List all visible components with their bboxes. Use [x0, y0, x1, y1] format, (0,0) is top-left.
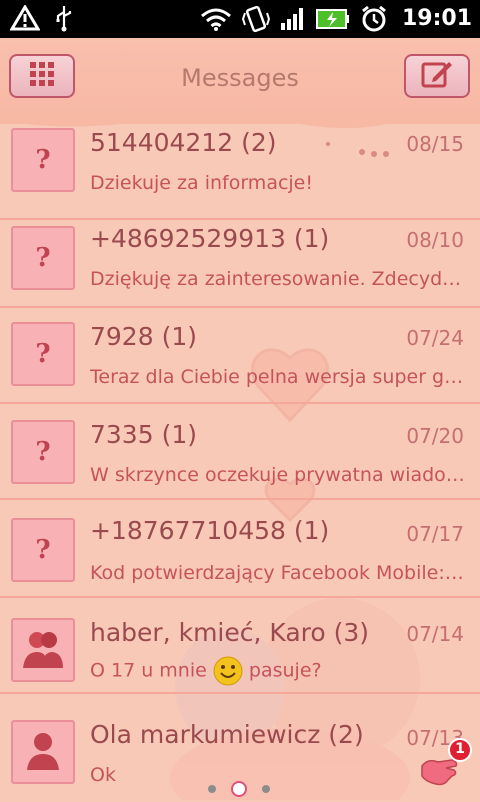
contact-avatar[interactable]	[11, 618, 75, 682]
conversation-date: 07/20	[406, 424, 464, 448]
group-contact-icon	[19, 624, 67, 676]
warning-icon	[10, 5, 40, 31]
smiley-emoji-icon	[213, 656, 243, 686]
vibrate-icon	[241, 5, 270, 33]
status-bar: 19:01	[0, 0, 480, 38]
conversation-date: 07/14	[406, 622, 464, 646]
unread-notification[interactable]: 1	[418, 736, 474, 790]
preview-text: pasuje?	[248, 659, 322, 682]
contact-avatar[interactable]: ?	[11, 128, 75, 192]
conversation-name: 514404212 (2)	[90, 128, 277, 157]
conversation-date: 07/17	[406, 522, 464, 546]
compose-icon	[421, 59, 453, 93]
conversation-name: Ola markumiewicz (2)	[90, 720, 364, 749]
unknown-contact-icon: ?	[35, 339, 51, 369]
clock-time: 19:01	[401, 6, 472, 31]
conversation-row[interactable]: haber, kmieć, Karo (3) 07/14 O 17 u mnie…	[0, 598, 480, 694]
conversation-name: +48692529913 (1)	[90, 224, 330, 253]
unknown-contact-icon: ?	[35, 145, 51, 175]
contact-avatar[interactable]: ?	[11, 420, 75, 484]
preview-text: O 17 u mnie	[90, 659, 207, 682]
page-dot[interactable]	[262, 785, 270, 793]
alarm-icon	[360, 5, 388, 33]
compose-button[interactable]	[404, 54, 470, 98]
conversation-date: 08/15	[406, 132, 464, 156]
signal-icon	[280, 7, 306, 31]
wifi-icon	[200, 6, 232, 32]
conversation-row[interactable]: ? 7335 (1) 07/20 W skrzynce oczekuje pry…	[0, 404, 480, 500]
conversation-date: 08/10	[406, 228, 464, 252]
conversation-preview: O 17 u mnie pasuje?	[90, 656, 465, 686]
conversation-row[interactable]: ? 514404212 (2) 08/15 Dziekuje za inform…	[0, 124, 480, 220]
conversation-preview: W skrzynce oczekuje prywatna wiado…	[90, 464, 465, 486]
conversation-date: 07/24	[406, 326, 464, 350]
battery-charging-icon	[315, 8, 350, 30]
contact-avatar[interactable]	[11, 720, 75, 784]
conversation-row[interactable]: ? 7928 (1) 07/24 Teraz dla Ciebie pelna …	[0, 308, 480, 404]
conversation-name: haber, kmieć, Karo (3)	[90, 618, 370, 647]
conversation-name: 7335 (1)	[90, 420, 197, 449]
page-dot[interactable]	[208, 785, 216, 793]
contact-avatar[interactable]: ?	[11, 226, 75, 290]
unknown-contact-icon: ?	[35, 243, 51, 273]
unknown-contact-icon: ?	[35, 535, 51, 565]
conversation-name: 7928 (1)	[90, 322, 197, 351]
page-dot-active[interactable]	[231, 781, 247, 797]
conversation-row[interactable]: ? +48692529913 (1) 08/10 Dziękuję za zai…	[0, 212, 480, 308]
conversation-preview: Kod potwierdzający Facebook Mobile: …	[90, 562, 465, 584]
usb-icon	[54, 4, 74, 32]
unknown-contact-icon: ?	[35, 437, 51, 467]
contact-avatar[interactable]: ?	[11, 322, 75, 386]
single-contact-icon	[21, 728, 65, 776]
conversation-preview: Dziękuję za zainteresowanie. Zdecydo…	[90, 268, 465, 290]
contact-avatar[interactable]: ?	[11, 518, 75, 582]
conversation-preview: Teraz dla Ciebie pelna wersja super gry…	[90, 366, 465, 388]
conversation-name: +18767710458 (1)	[90, 516, 330, 545]
unread-count-badge: 1	[455, 741, 465, 757]
page-indicator	[0, 781, 480, 797]
conversation-preview: Dziekuje za informacje!	[90, 172, 313, 194]
conversation-row[interactable]: ? +18767710458 (1) 07/17 Kod potwierdzaj…	[0, 502, 480, 598]
